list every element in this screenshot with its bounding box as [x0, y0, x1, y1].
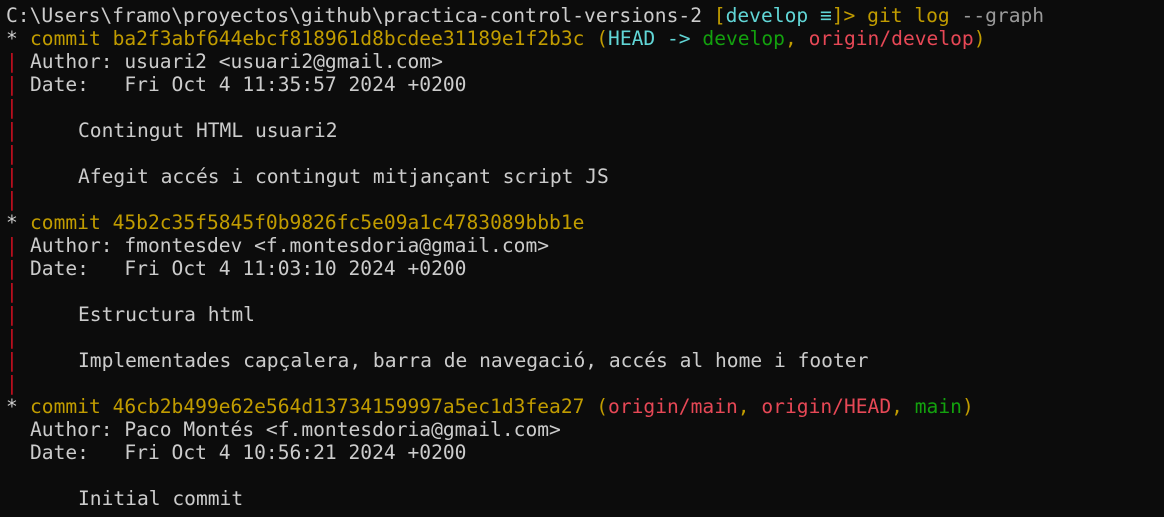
ref-head: HEAD -> — [608, 27, 703, 50]
commit-keyword: commit — [30, 211, 113, 234]
graph-edge: | — [6, 50, 18, 73]
date-line: | Date: Fri Oct 4 11:35:57 2024 +0200 — [6, 73, 1164, 96]
date-text: Date: Fri Oct 4 11:35:57 2024 +0200 — [30, 73, 467, 96]
subject-line: | Contingut HTML usuari2 — [6, 119, 1164, 142]
date-line: | Date: Fri Oct 4 11:03:10 2024 +0200 — [6, 257, 1164, 280]
date-text: Date: Fri Oct 4 10:56:21 2024 +0200 — [30, 441, 467, 464]
subject-line: | Estructura html — [6, 303, 1164, 326]
graph-node: * — [6, 395, 18, 418]
commit-keyword: commit — [30, 27, 113, 50]
prompt-bracket-open: [ — [702, 4, 726, 27]
graph-edge: | — [6, 73, 18, 96]
ref-separator: , — [737, 395, 762, 418]
commit-subject: Initial commit — [78, 487, 244, 510]
commit-keyword: commit — [30, 395, 113, 418]
blank-line: | — [6, 372, 1164, 395]
prompt-path: C:\Users\framo\proyectos\github\practica… — [6, 4, 702, 27]
commit-body: Implementades capçalera, barra de navega… — [78, 349, 869, 372]
graph-edge: | — [6, 234, 18, 257]
commit-line: * commit 45b2c35f5845f0b9826fc5e09a1c4783… — [6, 211, 1164, 234]
blank-line: | — [6, 96, 1164, 119]
body-line: | Afegit accés i contingut mitjançant scr… — [6, 165, 1164, 188]
blank-line: | — [6, 280, 1164, 303]
commit-body: Afegit accés i contingut mitjançant scri… — [78, 165, 609, 188]
graph-edge: | — [6, 119, 18, 142]
author-text: Author: fmontesdev <f.montesdoria@gmail.… — [30, 234, 550, 257]
commit-subject: Contingut HTML usuari2 — [78, 119, 338, 142]
subject-line: Initial commit — [6, 487, 1164, 510]
terminal-window[interactable]: C:\Users\framo\proyectos\github\practica… — [0, 0, 1164, 517]
graph-node: * — [6, 211, 18, 234]
commit-subject: Estructura html — [78, 303, 255, 326]
blank-line: | — [6, 326, 1164, 349]
prompt-command: git log — [867, 4, 950, 27]
author-text: Author: usuari2 <usuari2@gmail.com> — [30, 50, 443, 73]
graph-edge: | — [6, 326, 18, 349]
prompt-branch: develop — [725, 4, 809, 27]
date-text: Date: Fri Oct 4 11:03:10 2024 +0200 — [30, 257, 467, 280]
graph-edge: | — [6, 257, 18, 280]
commit-hash[interactable]: 46cb2b499e62e564d13734159997a5ec1d3fea27 — [113, 395, 585, 418]
prompt-line: C:\Users\framo\proyectos\github\practica… — [6, 4, 1164, 27]
ref-separator: , — [784, 27, 809, 50]
graph-edge: | — [6, 188, 18, 211]
branch-status-icon: ≡ — [808, 4, 832, 27]
ref-local-branch: main — [914, 395, 962, 418]
refs-close: ) — [961, 395, 974, 418]
body-line: | Implementades capçalera, barra de naveg… — [6, 349, 1164, 372]
refs-close: ) — [973, 27, 986, 50]
commit-line: * commit ba2f3abf644ebcf818961d8bcdee3118… — [6, 27, 1164, 50]
ref-local-branch: develop — [702, 27, 785, 50]
commit-hash[interactable]: 45b2c35f5845f0b9826fc5e09a1c4783089bbb1e — [113, 211, 585, 234]
graph-edge: | — [6, 165, 18, 188]
prompt-argument: --graph — [949, 4, 1045, 27]
author-line: Author: Paco Montés <f.montesdoria@gmail… — [6, 418, 1164, 441]
graph-edge: | — [6, 280, 18, 303]
author-line: | Author: usuari2 <usuari2@gmail.com> — [6, 50, 1164, 73]
graph-edge: | — [6, 349, 18, 372]
blank-line: | — [6, 142, 1164, 165]
ref-remote-head: origin/HEAD — [761, 395, 892, 418]
refs-open: ( — [584, 395, 609, 418]
graph-edge: | — [6, 303, 18, 326]
graph-edge: | — [6, 142, 18, 165]
commit-hash[interactable]: ba2f3abf644ebcf818961d8bcdee31189e1f2b3c — [113, 27, 585, 50]
commit-line: * commit 46cb2b499e62e564d13734159997a5ec… — [6, 395, 1164, 418]
ref-separator: , — [891, 395, 915, 418]
date-line: Date: Fri Oct 4 10:56:21 2024 +0200 — [6, 441, 1164, 464]
graph-edge: | — [6, 96, 18, 119]
prompt-bracket-close: ]> — [831, 4, 868, 27]
ref-remote-branch: origin/main — [608, 395, 738, 418]
author-line: | Author: fmontesdev <f.montesdoria@gmail… — [6, 234, 1164, 257]
blank-line: | — [6, 188, 1164, 211]
graph-node: * — [6, 27, 18, 50]
ref-remote-branch: origin/develop — [808, 27, 974, 50]
refs-open: ( — [584, 27, 609, 50]
author-text: Author: Paco Montés <f.montesdoria@gmail… — [30, 418, 561, 441]
graph-edge: | — [6, 372, 18, 395]
